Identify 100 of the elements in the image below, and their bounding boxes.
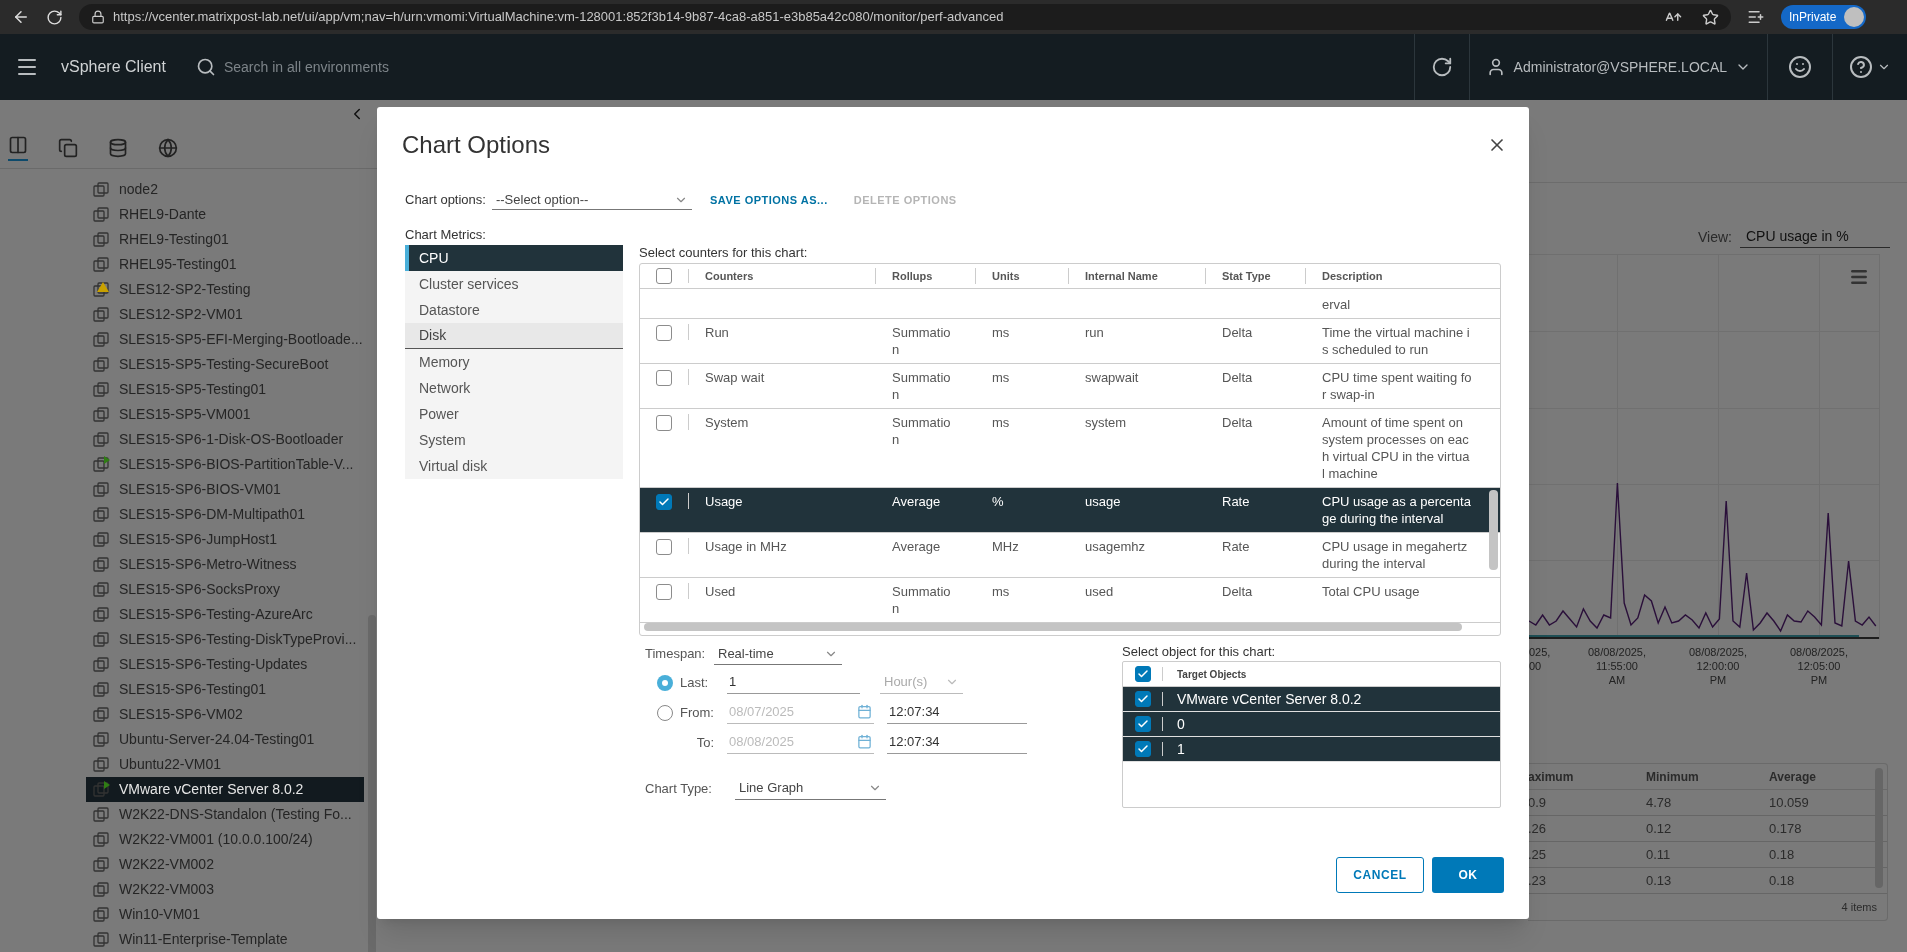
counter-row[interactable]: Run Summation ms run Delta Time the virtual machine is scheduled to run [640, 319, 1500, 364]
tree-item[interactable]: SLES15-SP6-Testing01 [86, 677, 364, 702]
metric-item[interactable]: Cluster services [405, 271, 623, 297]
back-icon[interactable] [12, 8, 30, 26]
scrollbar[interactable] [644, 623, 1462, 631]
ok-button[interactable]: OK [1432, 857, 1504, 893]
checkbox[interactable] [656, 539, 672, 555]
checkbox[interactable] [656, 370, 672, 386]
checkbox[interactable] [1134, 741, 1151, 757]
chart-menu-icon[interactable] [1849, 267, 1869, 287]
checkbox[interactable] [656, 584, 672, 600]
tree-item[interactable]: W2K22-VM003 [86, 877, 364, 902]
metric-item[interactable]: Virtual disk [405, 453, 623, 479]
star-icon[interactable] [1702, 8, 1719, 26]
checkbox[interactable] [1134, 691, 1151, 707]
chart-options-select[interactable]: --Select option-- [491, 190, 692, 210]
calendar-icon[interactable] [857, 734, 872, 749]
radio-button[interactable] [657, 675, 673, 691]
tree-item[interactable]: RHEL95-Testing01 [86, 252, 364, 277]
tree-item[interactable]: SLES15-SP6-1-Disk-OS-Bootloader [86, 427, 364, 452]
scrollbar[interactable] [1489, 490, 1498, 570]
metric-item[interactable]: Network [405, 375, 623, 401]
chart-type-select[interactable]: Line Graph [735, 777, 886, 801]
database-icon[interactable] [108, 138, 128, 159]
metric-item[interactable]: Datastore [405, 297, 623, 323]
feedback-icon[interactable] [1788, 55, 1812, 79]
link-button[interactable]: SAVE OPTIONS AS... [709, 191, 828, 209]
table-cell-text: System [705, 414, 750, 431]
checkbox[interactable] [656, 268, 672, 284]
tree-item[interactable]: W2K22-VM002 [86, 852, 364, 877]
column-header[interactable]: Counters [689, 267, 876, 285]
tree-item[interactable]: SLES15-SP6-Testing-AzureArc [86, 602, 364, 627]
axis-label: 08/08/2025, 12:05:00 PM [1788, 645, 1850, 687]
tree-item[interactable]: SLES15-SP6-SocksProxy [86, 577, 364, 602]
tree-item[interactable]: SLES15-SP5-Testing-SecureBoot [86, 352, 364, 377]
tree-item[interactable]: SLES12-SP2-Testing [86, 277, 364, 302]
tree-item[interactable]: SLES15-SP6-BIOS-VM01 [86, 477, 364, 502]
checkbox[interactable] [656, 325, 672, 341]
tree-item[interactable]: SLES15-SP6-Metro-Witness [86, 552, 364, 577]
metric-item[interactable]: Disk [405, 323, 623, 349]
table-cell-text: Amount of time spent on system processes on each virtual CPU in the virtual machine [1322, 414, 1471, 482]
tree-item[interactable]: SLES15-SP6-Testing-Updates [86, 652, 364, 677]
tree-item[interactable]: SLES15-SP5-Testing01 [86, 377, 364, 402]
from-time-field[interactable]: 12:07:34 [887, 701, 1027, 725]
tree-item[interactable]: SLES15-SP5-VM001 [86, 402, 364, 427]
object-row[interactable]: 0 [1123, 712, 1500, 737]
metric-item[interactable]: Power [405, 401, 623, 427]
tree-item[interactable]: W2K22-VM001 (10.0.0.100/24) [86, 827, 364, 852]
tree-item[interactable]: SLES15-SP6-Testing-DiskTypeProvi... [86, 627, 364, 652]
timespan-select[interactable]: Real-time [714, 643, 842, 665]
globe-icon[interactable] [158, 138, 178, 159]
tree-item[interactable]: SLES15-SP6-VM02 [86, 702, 364, 727]
unit-select[interactable]: Hour(s) [880, 671, 963, 695]
object-row[interactable]: 1 [1123, 737, 1500, 762]
tree-item[interactable]: RHEL9-Testing01 [86, 227, 364, 252]
tree-item[interactable]: SLES12-SP2-VM01 [86, 302, 364, 327]
tree-item[interactable]: node2 [86, 177, 364, 202]
to-time-field[interactable]: 12:07:34 [887, 731, 1027, 755]
column-header[interactable]: Rollups [876, 267, 976, 285]
tree-item[interactable]: Win11-Enterprise-Template [86, 927, 364, 952]
object-row[interactable]: VMware vCenter Server 8.0.2 [1123, 687, 1500, 712]
user-menu[interactable]: Administrator@VSPHERE.LOCAL [1468, 34, 1767, 100]
scrollbar[interactable] [368, 615, 376, 952]
profile-badge[interactable]: InPrivate [1781, 5, 1867, 29]
table-cell-text: ms [992, 583, 1011, 600]
tree-item[interactable]: Ubuntu-Server-24.04-Testing01 [86, 727, 364, 752]
search-field[interactable]: Search in all environments [195, 56, 496, 78]
checkbox[interactable] [1134, 716, 1151, 732]
last-input[interactable]: 1 [727, 671, 860, 695]
tree-item[interactable]: SLES15-SP5-EFI-Merging-Bootloade... [86, 327, 364, 352]
panel-icon[interactable] [8, 135, 28, 156]
tree-item[interactable]: Win10-VM01 [86, 902, 364, 927]
column-header[interactable]: Description [1306, 267, 1500, 285]
address-bar[interactable]: https://vcenter.matrixpost-lab.net/ui/app/vm;nav=h/urn:vmomi:VirtualMachine:vm-128001:852f3b14-9b87-4ca8-a851-e3b85a42c080/monitor/perf-advanced [79, 4, 1731, 30]
vm-warning-icon [92, 280, 110, 299]
checkbox[interactable] [656, 494, 672, 510]
counter-row[interactable]: Usage Average % usage Rate CPU usage as a percentage during the interval [640, 488, 1500, 533]
tree-item[interactable]: Ubuntu22-VM01 [86, 752, 364, 777]
refresh-icon[interactable] [1430, 56, 1453, 78]
column-header[interactable]: Stat Type [1206, 267, 1306, 285]
column-header[interactable]: Internal Name [1069, 267, 1206, 285]
tree-item[interactable]: RHEL9-Dante [86, 202, 364, 227]
checkbox[interactable] [1134, 666, 1151, 682]
tree-item[interactable]: W2K22-DNS-Standalon (Testing Fo... [86, 802, 364, 827]
tree-item[interactable]: SLES15-SP6-BIOS-PartitionTable-V... [86, 452, 364, 477]
metric-item[interactable]: Memory [405, 349, 623, 375]
reload-icon[interactable] [46, 8, 63, 26]
calendar-icon[interactable] [857, 704, 872, 719]
counter-row[interactable]: Swap wait Summation ms swapwait Delta CPU time spent waiting for swap-in [640, 364, 1500, 409]
tree-item[interactable]: VMware vCenter Server 8.0.2 [86, 777, 364, 802]
column-header[interactable]: Target Objects [1163, 666, 1247, 682]
tree-item[interactable]: SLES15-SP6-DM-Multipath01 [86, 502, 364, 527]
view-select[interactable]: CPU usage in % [1740, 226, 1890, 248]
cancel-button[interactable]: CANCEL [1336, 857, 1424, 893]
tree-item[interactable]: SLES15-SP6-JumpHost1 [86, 527, 364, 552]
column-header[interactable]: Units [976, 267, 1069, 285]
metric-item[interactable]: CPU [405, 245, 623, 271]
metric-item[interactable]: System [405, 427, 623, 453]
table-cell-text: Delta [1222, 414, 1254, 431]
checkbox[interactable] [656, 415, 672, 431]
